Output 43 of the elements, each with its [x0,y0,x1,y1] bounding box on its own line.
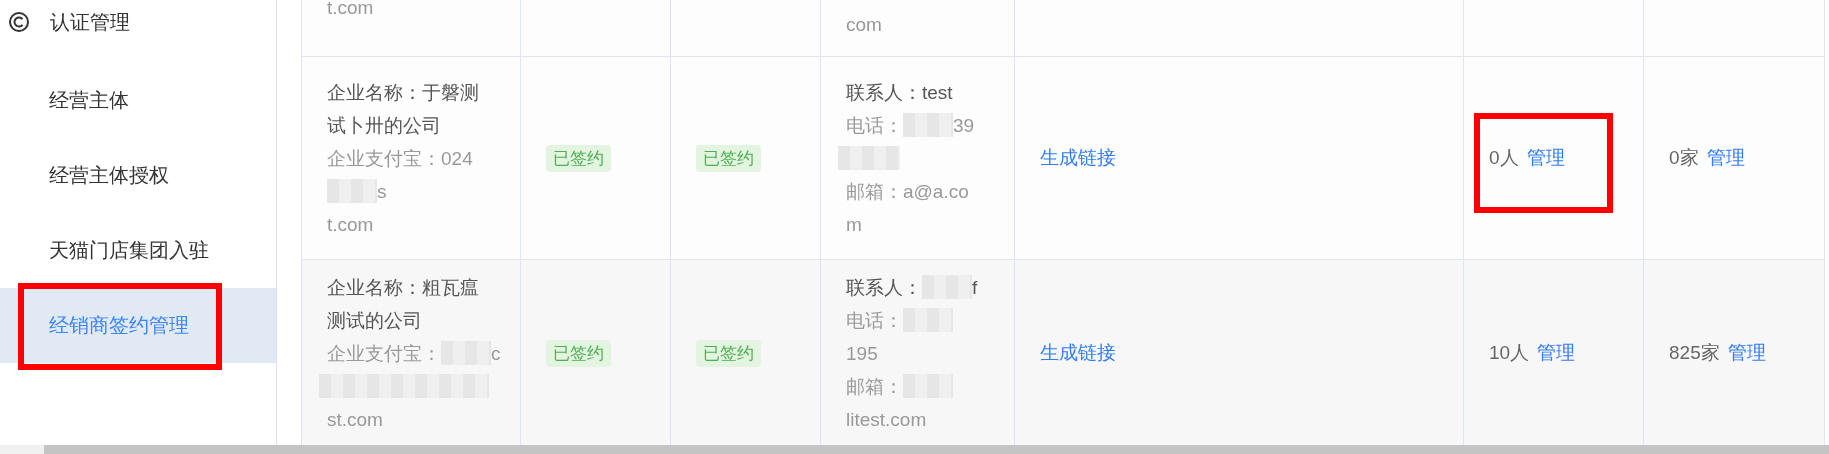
info-text: litest.com [846,407,927,432]
info-text: 电话： [846,308,903,333]
sidebar-item[interactable]: 经营主体授权 [0,138,276,213]
info-text: 联系人： [846,275,922,300]
info-text: 39 [953,113,975,138]
count-text: 10人 [1489,341,1530,365]
status-tag: 已签约 [696,144,761,172]
info-text: 邮箱： [846,374,903,399]
status-tag: 已签约 [546,144,611,172]
status-tag: 已签约 [696,339,761,367]
circle-icon [8,11,30,33]
info-text: 试卜卅的公司 [327,113,441,138]
info-text: f [972,275,978,300]
info-text: m [846,212,862,237]
info-text: st.com [327,407,383,432]
count-text: 0家 [1669,146,1699,170]
manage-link[interactable]: 管理 [1706,145,1745,171]
info-text: 联系人：test [846,80,953,105]
info-text: com [846,13,882,37]
generate-link[interactable]: 生成链接 [1040,145,1116,171]
info-text: 企业名称：于磐测 [327,80,479,105]
info-text: t.com [327,212,374,237]
info-text: 企业支付宝：024 [327,146,473,171]
manage-link[interactable]: 管理 [1526,145,1565,171]
count-text: 0人 [1489,146,1519,170]
info-text: 195 [846,341,878,366]
info-text: 邮箱：a@a.co [846,179,969,204]
sidebar-item[interactable]: 天猫门店集团入驻 [0,213,276,288]
info-text: c [491,341,501,366]
manage-link[interactable]: 管理 [1537,340,1576,366]
info-text: s [377,179,387,204]
info-text: 测试的公司 [327,308,422,333]
sidebar-item[interactable]: 经营主体 [0,63,276,138]
info-text: 企业支付宝： [327,341,441,366]
sidebar-item[interactable]: 经销商签约管理 [0,288,276,363]
count-text: 825家 [1669,341,1720,365]
status-tag: 已签约 [546,339,611,367]
info-text: t.com [327,0,374,20]
menu-group-label[interactable]: 认证管理 [50,8,130,36]
manage-link[interactable]: 管理 [1727,340,1766,366]
info-text: 电话： [846,113,903,138]
info-text: 企业名称：粗瓦瘟 [327,275,479,300]
generate-link[interactable]: 生成链接 [1040,340,1116,366]
